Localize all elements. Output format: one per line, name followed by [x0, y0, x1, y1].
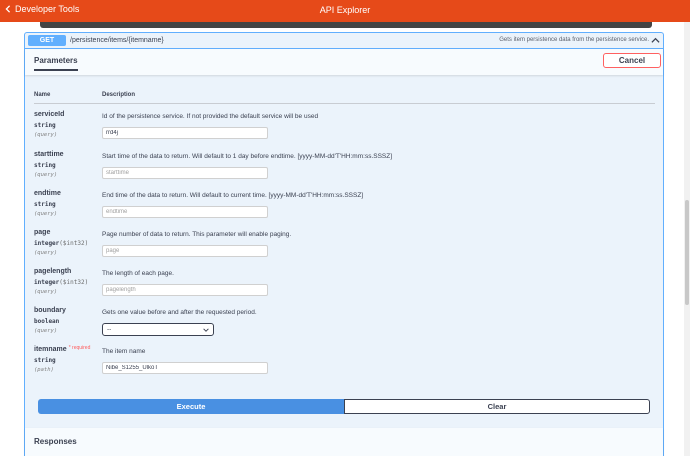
tab-parameters[interactable]: Parameters [34, 56, 78, 71]
method-badge: GET [28, 35, 66, 46]
param-type: string [34, 122, 56, 129]
scrollbar-thumb[interactable] [685, 200, 689, 305]
param-location: (query) [34, 289, 58, 295]
page-input[interactable] [102, 245, 268, 257]
endtime-input[interactable] [102, 206, 268, 218]
chevron-down-icon [203, 327, 209, 332]
param-type: string [34, 357, 56, 364]
pagelength-input[interactable] [102, 284, 268, 296]
previous-block-edge [40, 22, 652, 28]
param-description: Id of the persistence service. If not pr… [102, 113, 319, 120]
responses-title: Responses [34, 437, 77, 446]
header-divider [34, 103, 655, 104]
param-type: integer($int32) [34, 279, 89, 286]
param-location: (query) [34, 250, 58, 256]
execute-wrapper: Execute Clear [38, 399, 650, 414]
param-description: The length of each page. [102, 270, 174, 277]
param-description: Start time of the data to return. Will d… [102, 153, 393, 160]
operation-summary[interactable]: GET /persistence/items/{itemname} Gets i… [25, 33, 663, 49]
param-location: (path) [34, 367, 54, 373]
param-name: starttime [34, 151, 64, 158]
param-description: End time of the data to return. Will def… [102, 192, 364, 199]
operation-block: GET /persistence/items/{itemname} Gets i… [24, 32, 664, 456]
param-location: (query) [34, 328, 58, 334]
operation-summary-text: Gets item persistence data from the pers… [499, 37, 649, 43]
param-description: The item name [102, 348, 146, 355]
boundary-select[interactable]: -- [102, 323, 214, 336]
operation-path: /persistence/items/{itemname} [70, 37, 164, 44]
top-bar: Developer Tools API Explorer [0, 0, 690, 22]
param-type: integer($int32) [34, 240, 89, 247]
param-name: pagelength [34, 268, 72, 275]
param-description: Gets one value before and after the requ… [102, 309, 257, 316]
serviceid-input[interactable] [102, 127, 268, 139]
param-description: Page number of data to return. This para… [102, 231, 292, 238]
param-location: (query) [34, 172, 58, 178]
param-location: (query) [34, 211, 58, 217]
responses-header: Responses [25, 428, 663, 456]
itemname-input[interactable] [102, 362, 268, 374]
starttime-input[interactable] [102, 167, 268, 179]
boundary-selected-value: -- [107, 326, 112, 333]
cancel-button[interactable]: Cancel [603, 53, 661, 68]
param-name: serviceId [34, 111, 65, 118]
required-marker: * required [68, 345, 91, 351]
page-title: API Explorer [319, 5, 371, 15]
scrollbar[interactable] [684, 22, 690, 456]
chevron-up-icon[interactable] [651, 36, 660, 45]
execute-button[interactable]: Execute [38, 399, 344, 414]
column-header-name: Name [34, 92, 51, 98]
parameters-header: Parameters Cancel [25, 49, 663, 75]
param-type: string [34, 201, 56, 208]
param-name: boundary [34, 307, 66, 314]
param-name: itemname * required [34, 345, 91, 353]
param-type: string [34, 162, 56, 169]
param-name: endtime [34, 190, 61, 197]
param-location: (query) [34, 132, 58, 138]
clear-button[interactable]: Clear [344, 399, 650, 414]
param-name: page [34, 229, 51, 236]
param-type: boolean [34, 318, 60, 325]
column-header-description: Description [102, 92, 136, 98]
